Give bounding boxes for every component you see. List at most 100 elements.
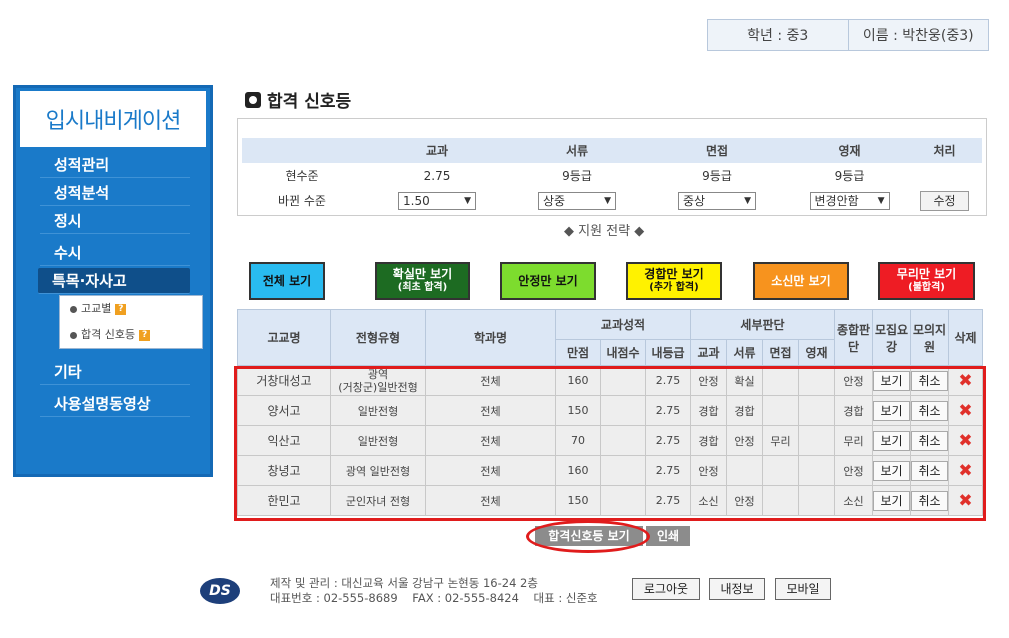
cell-subj: 안정	[690, 455, 727, 486]
cell-gifted	[798, 395, 835, 426]
table-row: 익산고 일반전형 전체 70 2.75 경합 안정 무리 무리 보기 취소 ✖	[237, 425, 983, 456]
interview-select[interactable]: 중상 ▼	[678, 191, 756, 210]
page-title: 합격 신호등	[245, 87, 351, 112]
cell-dept: 전체	[425, 455, 556, 486]
sidebar-logo[interactable]: 입시내비게이션	[20, 91, 206, 147]
cell-overall: 무리	[834, 425, 873, 456]
cell-school: 익산고	[237, 425, 331, 456]
cell-type: 군인자녀 전형	[330, 485, 426, 516]
cell-internal	[600, 455, 646, 486]
docs-select[interactable]: 상중 ▼	[538, 191, 616, 210]
cell-type: 일반전형	[330, 425, 426, 456]
sidebar-item-grade-management[interactable]: 성적관리	[40, 152, 190, 178]
header-interview: 면접	[642, 138, 792, 163]
cell-overall: 경합	[834, 395, 873, 426]
submenu-item-by-school[interactable]: 고교별 ?	[60, 296, 202, 322]
guide-button[interactable]: 보기	[873, 400, 910, 421]
filter-competitive-button[interactable]: 경합만 보기 (추가 합격)	[626, 262, 722, 300]
cancel-button[interactable]: 취소	[911, 400, 948, 421]
header-blank	[242, 138, 362, 163]
view-traffic-light-button[interactable]: 합격신호등 보기	[535, 526, 643, 546]
my-info-button[interactable]: 내정보	[709, 578, 765, 600]
level-settings-box: 교과 서류 면접 영재 처리 현수준 2.75 9등급 9등급 9등급 바뀐 수…	[237, 118, 987, 216]
cell-school: 양서고	[237, 395, 331, 426]
print-button[interactable]: 인쇄	[646, 526, 690, 546]
company-logo: DS	[200, 578, 240, 604]
cell-docs: 안정	[726, 425, 763, 456]
cancel-button[interactable]: 취소	[911, 490, 948, 511]
sidebar-item-grade-analysis[interactable]: 성적분석	[40, 180, 190, 206]
col-mock: 모의지원	[910, 309, 949, 366]
submenu-label: 고교별	[81, 302, 112, 315]
current-docs: 9등급	[562, 169, 592, 183]
sidebar-item-rolling[interactable]: 수시	[40, 240, 190, 266]
submenu-label: 합격 신호등	[81, 328, 136, 341]
cell-subj: 경합	[690, 395, 727, 426]
name-info: 이름 : 박찬웅(중3)	[862, 28, 974, 44]
cell-interview: 무리	[762, 425, 799, 456]
cell-overall: 안정	[834, 365, 873, 396]
table-row: 창녕고 광역 일반전형 전체 160 2.75 안정 안정 보기 취소 ✖	[237, 455, 983, 486]
school-table: 고교명 전형유형 학과명 교과성적 세부판단 종합판단 모집요강 모의지원 삭제…	[237, 309, 983, 516]
col-d-gifted: 영재	[798, 339, 835, 366]
subject-select[interactable]: 1.50 ▼	[398, 191, 476, 210]
sidebar-item-special[interactable]: 특목·자사고	[38, 268, 190, 294]
col-internal: 내점수	[600, 339, 646, 366]
col-dept: 학과명	[425, 309, 556, 366]
cell-full: 150	[555, 395, 601, 426]
sidebar-item-regular[interactable]: 정시	[40, 208, 190, 234]
cancel-button[interactable]: 취소	[911, 370, 948, 391]
filter-unreasonable-button[interactable]: 무리만 보기 (불합격)	[878, 262, 975, 300]
cell-dept: 전체	[425, 425, 556, 456]
help-icon[interactable]: ?	[115, 303, 127, 315]
filter-safe-button[interactable]: 안정만 보기	[500, 262, 596, 300]
guide-button[interactable]: 보기	[873, 460, 910, 481]
cell-grade: 2.75	[645, 395, 691, 426]
sidebar-submenu: 고교별 ? 합격 신호등 ?	[59, 295, 203, 349]
cancel-button[interactable]: 취소	[911, 430, 948, 451]
cell-subj: 경합	[690, 425, 727, 456]
delete-icon[interactable]: ✖	[958, 491, 972, 511]
cell-dept: 전체	[425, 365, 556, 396]
col-detail-group: 세부판단	[690, 309, 835, 340]
cell-overall: 소신	[834, 485, 873, 516]
current-interview: 9등급	[702, 169, 732, 183]
page-title-text: 합격 신호등	[267, 92, 352, 112]
cell-full: 160	[555, 365, 601, 396]
submenu-item-traffic-light[interactable]: 합격 신호등 ?	[60, 322, 202, 348]
strategy-label: ◆ 지원 전략 ◆	[564, 224, 645, 239]
user-info-box: 학년 : 중3 이름 : 박찬웅(중3)	[707, 19, 989, 51]
filter-certain-button[interactable]: 확실만 보기 (최초 합격)	[375, 262, 470, 300]
gifted-select[interactable]: 변경안함 ▼	[809, 191, 890, 210]
col-d-docs: 서류	[726, 339, 763, 366]
cell-gifted	[798, 425, 835, 456]
cell-type: 일반전형	[330, 395, 426, 426]
delete-icon[interactable]: ✖	[958, 461, 972, 481]
cell-grade: 2.75	[645, 365, 691, 396]
cell-full: 70	[555, 425, 601, 456]
help-icon[interactable]: ?	[139, 329, 151, 341]
filter-belief-button[interactable]: 소신만 보기	[753, 262, 849, 300]
chevron-down-icon: ▼	[604, 195, 611, 206]
cancel-button[interactable]: 취소	[911, 460, 948, 481]
sidebar-item-video[interactable]: 사용설명동영상	[40, 391, 190, 417]
record-icon	[245, 91, 261, 108]
modify-button[interactable]: 수정	[920, 190, 969, 211]
current-gifted: 9등급	[834, 169, 865, 183]
sidebar-item-etc[interactable]: 기타	[40, 359, 190, 385]
col-full: 만점	[555, 339, 601, 366]
mobile-button[interactable]: 모바일	[775, 578, 831, 600]
delete-icon[interactable]: ✖	[958, 371, 972, 391]
cell-interview	[762, 365, 799, 396]
level-table: 교과 서류 면접 영재 처리 현수준 2.75 9등급 9등급 9등급 바뀐 수…	[242, 138, 982, 213]
guide-button[interactable]: 보기	[873, 490, 910, 511]
bullet-icon	[70, 305, 77, 313]
chevron-down-icon: ▼	[877, 195, 885, 206]
guide-button[interactable]: 보기	[873, 430, 910, 451]
grade-info: 학년 : 중3	[747, 28, 809, 44]
logout-button[interactable]: 로그아웃	[632, 578, 700, 600]
delete-icon[interactable]: ✖	[958, 401, 972, 421]
guide-button[interactable]: 보기	[873, 370, 910, 391]
filter-all-button[interactable]: 전체 보기	[249, 262, 325, 300]
delete-icon[interactable]: ✖	[958, 431, 972, 451]
